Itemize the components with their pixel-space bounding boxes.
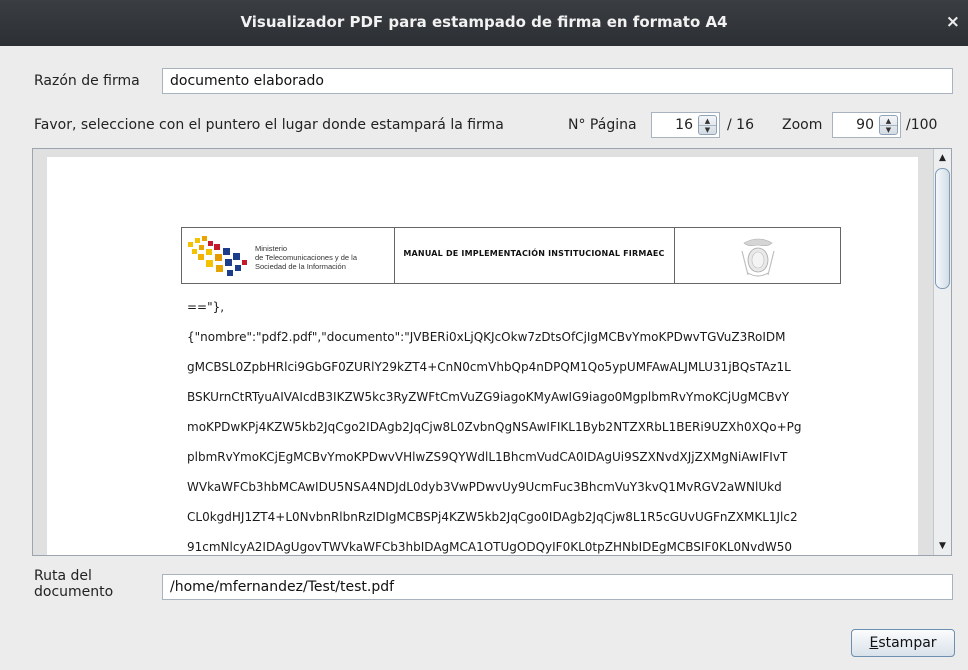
document-line: =="},	[187, 300, 225, 314]
document-line: CL0kgdHJ1ZT4+L0NvbnRlbnRzIDIgMCBSPj4KZW5…	[187, 510, 798, 524]
document-line: plbmRvYmoKCjEgMCBvYmoKPDwvVHlwZS9QYWdlL1…	[187, 450, 788, 464]
reason-input[interactable]: documento elaborado	[162, 68, 953, 94]
decrement-icon[interactable]: ▼	[880, 125, 897, 134]
page-total: / 16	[727, 117, 754, 133]
path-label-line: Ruta del	[34, 568, 92, 584]
close-icon[interactable]: ×	[946, 12, 960, 32]
document-line: moKPDwKPj4KZW5kb2JqCgo2IDAgb2JqCjw8L0Zvb…	[187, 420, 802, 434]
document-line: {"nombre":"pdf2.pdf","documento":"JVBERi…	[187, 330, 786, 344]
document-line: WVkaWFCb3hbMCAwIDU5NSA4NDJdL0dyb3VwPDwvU…	[187, 480, 782, 494]
seal-cell	[674, 228, 840, 283]
scroll-up-icon[interactable]: ▲	[934, 151, 951, 165]
page-value: 16	[675, 117, 693, 133]
ministry-cell: Ministerio de Telecomunicaciones y de la…	[182, 228, 395, 283]
document-line: BSKUrnCtRTyuAIVAIcdB3IKZW5kc3RyZWFtCmVuZ…	[187, 390, 790, 404]
ministry-name: Ministerio de Telecomunicaciones y de la…	[255, 244, 357, 271]
path-input[interactable]: /home/mfernandez/Test/test.pdf	[162, 574, 953, 600]
title-bar: Visualizador PDF para estampado de firma…	[0, 0, 968, 46]
vertical-scrollbar[interactable]: ▲ ▼	[933, 149, 951, 555]
zoom-stepper-buttons[interactable]: ▲ ▼	[879, 115, 898, 135]
manual-title-cell: MANUAL DE IMPLEMENTACIÓN INSTITUCIONAL F…	[394, 228, 675, 283]
window-title: Visualizador PDF para estampado de firma…	[240, 13, 728, 31]
path-label-line: documento	[34, 584, 114, 600]
coat-of-arms-icon	[741, 238, 775, 277]
scroll-down-icon[interactable]: ▼	[934, 539, 951, 553]
path-label: Ruta del documento	[34, 568, 113, 600]
page-stepper[interactable]: 16 ▲ ▼	[651, 112, 720, 138]
scroll-thumb[interactable]	[935, 168, 950, 289]
stamp-button-label: stampar	[878, 635, 937, 651]
stamp-button-mnemonic: E	[869, 635, 879, 651]
zoom-stepper[interactable]: 90 ▲ ▼	[832, 112, 901, 138]
ministry-logo-icon	[188, 236, 247, 276]
document-line: 91cmNlcyA2IDAgUgovTWVkaWFCb3hbIDAgMCA1OT…	[187, 540, 793, 554]
document-line: gMCBSL0ZpbHRlci9GbGF0ZURlY29kZT4+CnN0cmV…	[187, 360, 791, 374]
pdf-viewer[interactable]: Ministerio de Telecomunicaciones y de la…	[32, 148, 952, 556]
stamp-button[interactable]: Estampar	[851, 629, 955, 657]
zoom-label: Zoom	[782, 117, 823, 133]
decrement-icon[interactable]: ▼	[699, 125, 716, 134]
ministry-line: Sociedad de la Información	[255, 262, 346, 271]
reason-label: Razón de firma	[34, 73, 140, 89]
ministry-line: Ministerio	[255, 244, 288, 253]
manual-title: MANUAL DE IMPLEMENTACIÓN INSTITUCIONAL F…	[403, 249, 665, 258]
ministry-line: de Telecomunicaciones y de la	[255, 253, 358, 262]
document-header: Ministerio de Telecomunicaciones y de la…	[181, 227, 841, 284]
page-label: N° Página	[568, 117, 637, 133]
zoom-max: /100	[906, 117, 938, 133]
zoom-value: 90	[856, 117, 874, 133]
pdf-page[interactable]: Ministerio de Telecomunicaciones y de la…	[47, 157, 918, 555]
page-stepper-buttons[interactable]: ▲ ▼	[698, 115, 717, 135]
instructions-text: Favor, seleccione con el puntero el luga…	[34, 117, 504, 133]
